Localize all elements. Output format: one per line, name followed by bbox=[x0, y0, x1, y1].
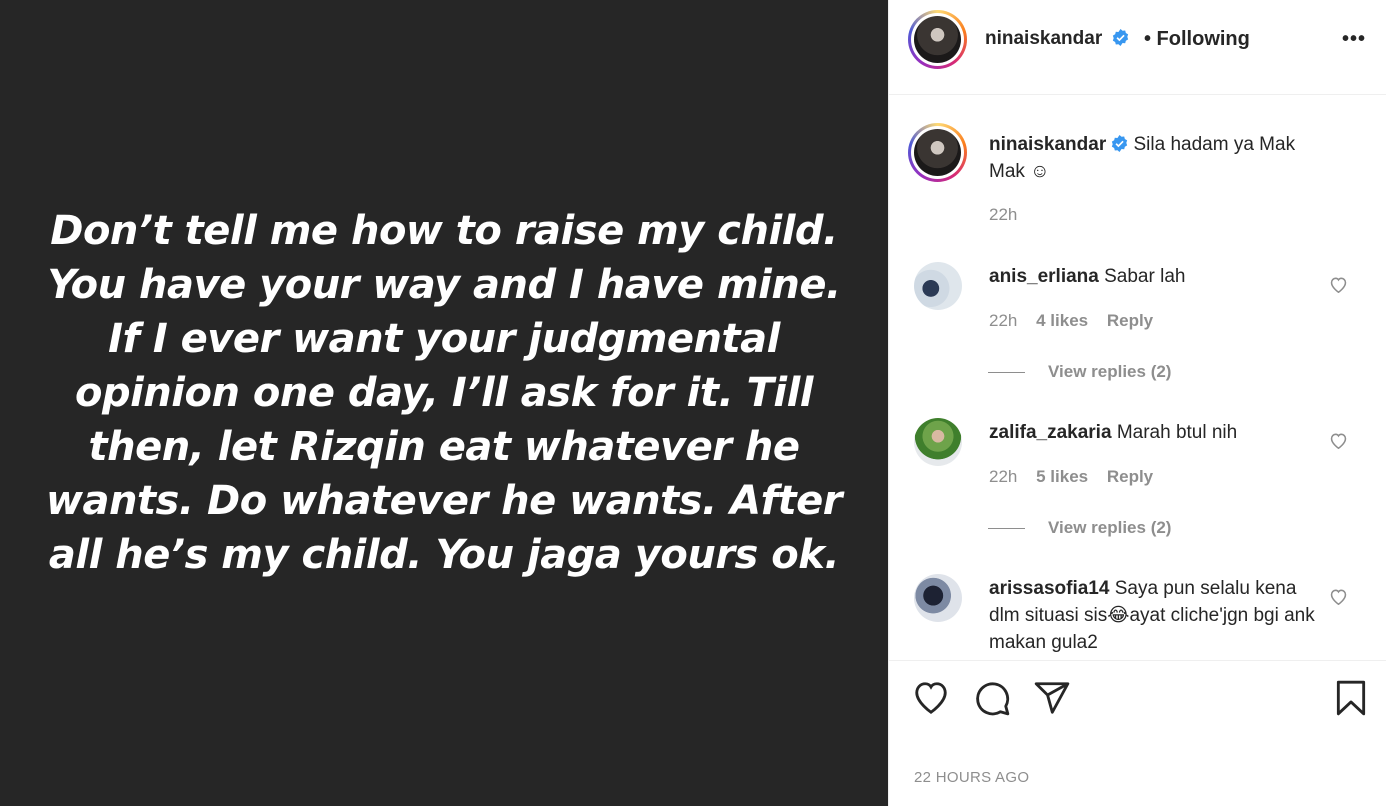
action-bar: 22 HOURS AGO bbox=[889, 660, 1386, 807]
comment-text: Sabar lah bbox=[1104, 266, 1186, 287]
post-sidebar: ninaiskandar • Following ••• ninaiskanda… bbox=[888, 0, 1386, 806]
comment-reply-button[interactable]: Reply bbox=[1107, 467, 1153, 486]
comment-like-heart-icon[interactable] bbox=[1329, 588, 1348, 605]
heart-icon[interactable] bbox=[912, 679, 950, 717]
verified-badge-icon bbox=[1112, 135, 1128, 152]
comment-time[interactable]: 22h bbox=[989, 467, 1017, 486]
caption-time[interactable]: 22h bbox=[989, 205, 1017, 225]
post-timestamp[interactable]: 22 HOURS AGO bbox=[914, 769, 1029, 786]
view-replies-label: View replies (2) bbox=[1048, 518, 1172, 537]
comment-like-heart-icon[interactable] bbox=[1329, 276, 1348, 293]
comment-likes[interactable]: 5 likes bbox=[1036, 467, 1088, 486]
post-image[interactable]: Don’t tell me how to raise my child. You… bbox=[0, 0, 888, 806]
post-image-text: Don’t tell me how to raise my child. You… bbox=[46, 208, 842, 578]
comment-username[interactable]: anis_erliana bbox=[989, 266, 1099, 287]
comment-time[interactable]: 22h bbox=[989, 311, 1017, 330]
comment-meta: 22h 5 likes Reply bbox=[989, 467, 1153, 487]
view-replies-button[interactable]: View replies (2) bbox=[988, 362, 1171, 382]
commenter-avatar[interactable] bbox=[914, 418, 962, 466]
comment-2: zalifa_zakaria Marah btul nih bbox=[989, 419, 1319, 446]
comment-3: arissasofia14 Saya pun selalu kena dlm s… bbox=[989, 575, 1319, 656]
divider-line bbox=[988, 528, 1025, 530]
paper-plane-icon[interactable] bbox=[1033, 679, 1071, 717]
caption: ninaiskandar Sila hadam ya Mak Mak ☺ bbox=[989, 131, 1329, 185]
comment-bubble-icon[interactable] bbox=[973, 679, 1011, 717]
post-header: ninaiskandar • Following ••• bbox=[889, 0, 1386, 95]
bookmark-icon[interactable] bbox=[1332, 679, 1370, 717]
author-username[interactable]: ninaiskandar bbox=[985, 28, 1102, 49]
commenter-avatar[interactable] bbox=[914, 262, 962, 310]
verified-badge-icon bbox=[1112, 29, 1128, 46]
comment-meta: 22h 4 likes Reply bbox=[989, 311, 1153, 331]
comment-like-heart-icon[interactable] bbox=[1329, 432, 1348, 449]
commenter-avatar[interactable] bbox=[914, 574, 962, 622]
divider-line bbox=[988, 372, 1025, 374]
header-author: ninaiskandar bbox=[985, 28, 1129, 50]
more-options-icon[interactable]: ••• bbox=[1342, 28, 1366, 51]
caption-avatar bbox=[914, 129, 961, 176]
following-button[interactable]: • Following bbox=[1144, 28, 1250, 51]
instagram-post: Don’t tell me how to raise my child. You… bbox=[0, 0, 1386, 806]
comment-likes[interactable]: 4 likes bbox=[1036, 311, 1088, 330]
comment-text: Marah btul nih bbox=[1116, 422, 1238, 443]
comment-username[interactable]: arissasofia14 bbox=[989, 578, 1109, 599]
view-replies-button[interactable]: View replies (2) bbox=[988, 518, 1171, 538]
author-avatar bbox=[914, 16, 961, 63]
caption-username[interactable]: ninaiskandar bbox=[989, 134, 1106, 155]
liked-by-placeholder bbox=[914, 741, 1224, 751]
comment-username[interactable]: zalifa_zakaria bbox=[989, 422, 1112, 443]
comment-1: anis_erliana Sabar lah bbox=[989, 263, 1319, 290]
caption-avatar-ring[interactable] bbox=[908, 123, 967, 182]
comments-list[interactable]: ninaiskandar Sila hadam ya Mak Mak ☺ 22h… bbox=[889, 95, 1386, 660]
author-avatar-ring[interactable] bbox=[908, 10, 967, 69]
comment-reply-button[interactable]: Reply bbox=[1107, 311, 1153, 330]
view-replies-label: View replies (2) bbox=[1048, 362, 1172, 381]
